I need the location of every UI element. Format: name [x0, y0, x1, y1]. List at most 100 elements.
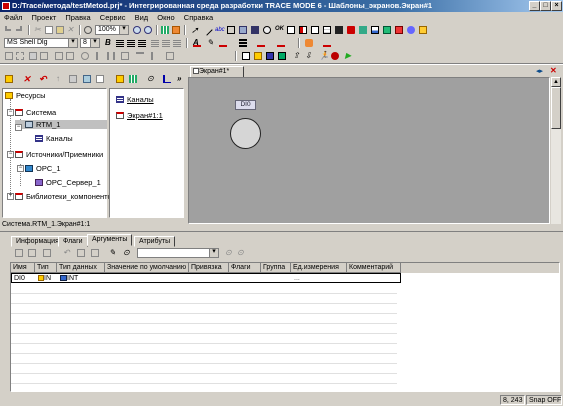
- rect-tool-icon[interactable]: [226, 25, 236, 35]
- node-copy-icon[interactable]: [68, 74, 78, 84]
- tab-attributes[interactable]: Атрибуты: [134, 236, 176, 247]
- tab-nav-arrows[interactable]: ◂▸: [536, 67, 543, 75]
- arrow-down-icon[interactable]: ⇩: [304, 51, 314, 61]
- remove-arg-icon[interactable]: [42, 248, 52, 258]
- rotate-icon[interactable]: [80, 51, 90, 61]
- ax-tool-icon[interactable]: [418, 25, 428, 35]
- col-name[interactable]: Имя: [11, 263, 35, 273]
- flip-h-icon[interactable]: [54, 51, 64, 61]
- snap-icon[interactable]: [171, 25, 181, 35]
- more-chevron-icon[interactable]: »: [176, 74, 184, 84]
- ungroup-icon[interactable]: [15, 51, 25, 61]
- list-item-channels[interactable]: Каналы: [116, 95, 154, 104]
- minimize-button[interactable]: _: [529, 1, 540, 11]
- menu-help[interactable]: Справка: [184, 13, 213, 22]
- tree-item-resources[interactable]: Ресурсы: [5, 91, 46, 100]
- sort-icon[interactable]: [162, 74, 172, 84]
- paste-icon[interactable]: [55, 25, 65, 35]
- list-item-screen[interactable]: Экран#1:1: [116, 111, 163, 120]
- group-icon[interactable]: [4, 51, 14, 61]
- redo-button[interactable]: [15, 25, 25, 35]
- editor-vscrollbar[interactable]: ▲: [551, 77, 561, 224]
- flip-v-icon[interactable]: [65, 51, 75, 61]
- menu-window[interactable]: Окно: [157, 13, 174, 22]
- run-icon[interactable]: 🏃: [318, 51, 329, 61]
- debug-icon[interactable]: [330, 51, 340, 61]
- center-icon[interactable]: [165, 51, 175, 61]
- col-type[interactable]: Тип: [35, 263, 57, 273]
- node-grid-icon[interactable]: [128, 74, 138, 84]
- tab-arguments[interactable]: Аргументы: [87, 234, 133, 246]
- line-tool-icon[interactable]: [201, 24, 213, 36]
- pen-arg-icon[interactable]: ✎: [108, 248, 118, 258]
- calendar-tool-icon[interactable]: [394, 25, 404, 35]
- button-tool-icon[interactable]: [238, 25, 248, 35]
- print-icon[interactable]: [277, 51, 287, 61]
- expand-system[interactable]: −: [7, 109, 14, 116]
- di0-label[interactable]: DI0: [235, 100, 256, 110]
- menu-project[interactable]: Проект: [32, 13, 57, 22]
- tree-item-channels[interactable]: Каналы: [35, 134, 73, 143]
- binoculars-icon[interactable]: ⊙: [146, 74, 156, 84]
- table-row[interactable]: DI0 IN INT ...: [11, 273, 401, 283]
- expand-sources[interactable]: −: [7, 151, 14, 158]
- play-icon[interactable]: ▶: [344, 51, 354, 61]
- trend-tool-icon[interactable]: [310, 25, 320, 35]
- align-justify-icon[interactable]: [150, 38, 160, 48]
- col-flags[interactable]: Флаги: [229, 263, 261, 273]
- gauge-tool-icon[interactable]: [262, 25, 272, 35]
- tree-item-sources[interactable]: Источники/Приемники: [15, 150, 103, 159]
- col-comment[interactable]: Комментарий: [347, 263, 401, 273]
- expand-libraries[interactable]: +: [7, 193, 14, 200]
- alarm-tool-icon[interactable]: [346, 25, 356, 35]
- zoom-select[interactable]: 100%: [95, 25, 129, 35]
- status-snap[interactable]: Snap OFF: [526, 395, 562, 405]
- align-left-icon[interactable]: [115, 38, 125, 48]
- font-select[interactable]: MS Shell Dlg: [4, 38, 78, 48]
- arrow-style-icon[interactable]: [276, 38, 286, 48]
- tab-info[interactable]: Информация: [11, 236, 64, 247]
- save-icon[interactable]: [265, 51, 275, 61]
- tree-item-system[interactable]: Система: [15, 108, 56, 117]
- same-width-icon[interactable]: [135, 51, 145, 61]
- line-width-icon[interactable]: [238, 38, 248, 48]
- copy-icon[interactable]: [44, 25, 54, 35]
- grid-icon[interactable]: [160, 25, 170, 35]
- back-icon[interactable]: [39, 51, 49, 61]
- db-tool-icon[interactable]: [406, 25, 416, 35]
- undo-node-icon[interactable]: ↶: [38, 74, 48, 84]
- line-color-icon[interactable]: [218, 38, 228, 48]
- copy-arg-icon[interactable]: [90, 248, 100, 258]
- menu-file[interactable]: Файл: [4, 13, 22, 22]
- fill-icon[interactable]: [304, 38, 314, 48]
- edit-tool-icon[interactable]: [286, 25, 296, 35]
- node-props-icon[interactable]: [95, 74, 105, 84]
- menu-service[interactable]: Сервис: [100, 13, 126, 22]
- tree-item-libraries[interactable]: Библиотеки_компонентов: [15, 192, 116, 201]
- tree-item-opc-server[interactable]: OPC_Сервер_1: [35, 178, 101, 187]
- collapse-rtm1[interactable]: −: [15, 124, 22, 131]
- close-tab-icon[interactable]: ✕: [550, 66, 557, 75]
- align-right-icon[interactable]: [137, 38, 147, 48]
- indicator-tool-icon[interactable]: [250, 25, 260, 35]
- tree-item-rtm1[interactable]: − RTM_1: [15, 120, 107, 131]
- bar-tool-icon[interactable]: [298, 25, 308, 35]
- arg-filter-select[interactable]: [137, 248, 219, 258]
- undo-arg-icon[interactable]: ↶: [62, 248, 72, 258]
- find-next-arg-icon[interactable]: ⊙: [236, 248, 246, 258]
- align-center-icon[interactable]: [126, 38, 136, 48]
- bind-arg-icon[interactable]: ⊙: [122, 248, 132, 258]
- bold-icon[interactable]: B: [104, 38, 114, 48]
- node-paste-icon[interactable]: [82, 74, 92, 84]
- line-style-icon[interactable]: [256, 38, 266, 48]
- font-size-select[interactable]: 8: [80, 38, 100, 48]
- valign-bottom-icon[interactable]: [172, 38, 182, 48]
- scroll-up-icon[interactable]: ▲: [551, 77, 561, 87]
- undo-button[interactable]: [4, 25, 14, 35]
- ok-tool-icon[interactable]: OK: [274, 25, 284, 35]
- expand-opc1[interactable]: −: [17, 165, 24, 172]
- cut-icon[interactable]: ✂: [33, 25, 43, 35]
- add-arg-icon[interactable]: [14, 248, 24, 258]
- distribute-icon[interactable]: [106, 51, 116, 61]
- arrow-up-icon[interactable]: ⇧: [292, 51, 302, 61]
